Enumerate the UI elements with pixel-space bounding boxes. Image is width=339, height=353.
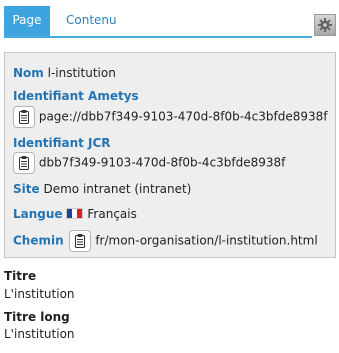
gear-icon bbox=[318, 18, 332, 32]
clipboard-icon bbox=[19, 156, 29, 170]
property-label: Site bbox=[13, 182, 40, 196]
france-flag-icon bbox=[66, 208, 84, 219]
property-nom: Nom l-institution bbox=[13, 66, 116, 80]
tab-page[interactable]: Page bbox=[4, 6, 50, 36]
field-titre-value: L'institution bbox=[4, 287, 75, 301]
tab-contenu[interactable]: Contenu bbox=[56, 6, 136, 36]
property-label: Nom bbox=[13, 66, 44, 80]
property-identifiant-jcr-label-row: Identifiant JCR bbox=[13, 136, 111, 150]
property-identifiant-ametys-label-row: Identifiant Ametys bbox=[13, 89, 139, 103]
field-titre-label: Titre bbox=[4, 269, 37, 283]
property-identifiant-ametys: page://dbb7f349-9103-470d-8f0b-4c3bfde89… bbox=[13, 106, 328, 128]
field-titre-long-value: L'institution bbox=[4, 327, 75, 341]
settings-button[interactable] bbox=[314, 14, 336, 36]
property-label: Chemin bbox=[13, 233, 64, 248]
property-value: page://dbb7f349-9103-470d-8f0b-4c3bfde89… bbox=[38, 109, 328, 124]
property-langue: Langue Français bbox=[13, 207, 137, 221]
property-value: Demo intranet (intranet) bbox=[43, 182, 192, 196]
property-value: fr/mon-organisation/l-institution.html bbox=[95, 233, 318, 248]
property-site: Site Demo intranet (intranet) bbox=[13, 182, 191, 196]
property-label: Identifiant JCR bbox=[13, 136, 111, 150]
field-titre-long-label: Titre long bbox=[4, 310, 70, 324]
property-chemin: Chemin fr/mon-organisation/l-institution… bbox=[13, 230, 318, 252]
property-value: l-institution bbox=[47, 66, 116, 80]
property-identifiant-jcr: dbb7f349-9103-470d-8f0b-4c3bfde8938f bbox=[13, 152, 285, 174]
clipboard-icon bbox=[75, 234, 86, 248]
property-label: Langue bbox=[13, 207, 63, 221]
copy-button[interactable] bbox=[69, 230, 92, 252]
page-properties-panel: Nom l-institution Identifiant Ametys pag… bbox=[4, 52, 336, 258]
property-value: dbb7f349-9103-470d-8f0b-4c3bfde8938f bbox=[38, 155, 286, 170]
tab-bar: Page Contenu bbox=[4, 6, 312, 38]
copy-button[interactable] bbox=[13, 152, 35, 174]
clipboard-icon bbox=[19, 110, 29, 124]
copy-button[interactable] bbox=[13, 106, 35, 128]
property-value: Français bbox=[87, 207, 137, 221]
property-label: Identifiant Ametys bbox=[13, 89, 139, 103]
